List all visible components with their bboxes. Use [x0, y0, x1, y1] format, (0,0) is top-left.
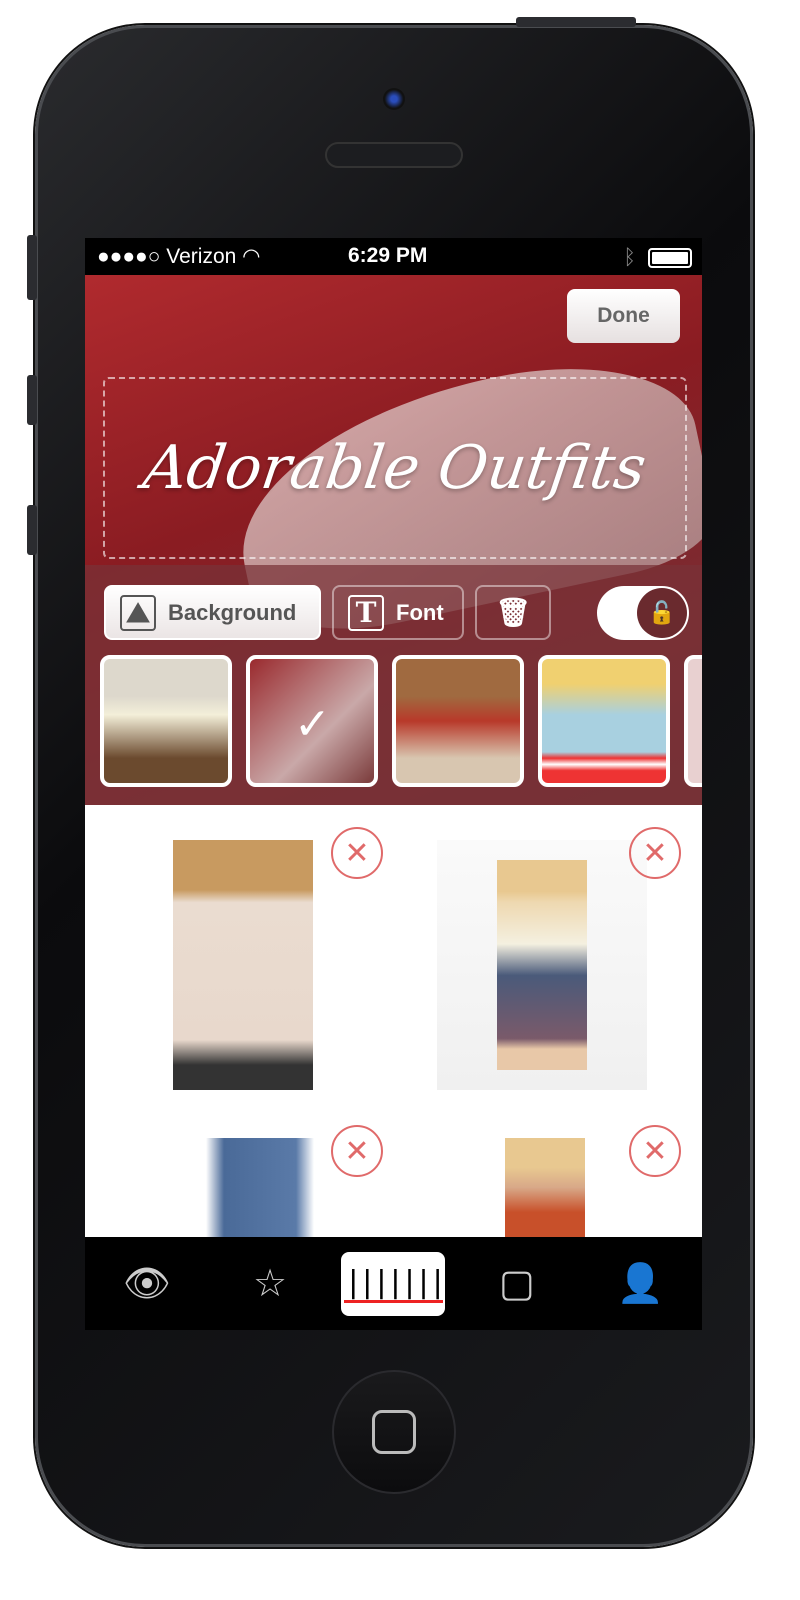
wifi-icon: ◠	[242, 245, 261, 268]
barcode-icon: |||||||	[344, 1265, 447, 1303]
carrier: ●●●●○ Verizon ◠	[97, 244, 260, 269]
outfit-item-sweater[interactable]	[173, 840, 313, 1090]
mute-switch	[27, 235, 37, 300]
screen: ●●●●○ Verizon ◠ 6:29 PM ᛒ Done Adorable …	[85, 238, 702, 1330]
signal-icon: ●●●●○	[97, 245, 161, 268]
delete-button[interactable]: 🗑	[475, 585, 551, 640]
outfit-item-dress[interactable]	[437, 840, 647, 1090]
tab-bar: 👁 ☆ ||||||| ▢ 👤	[85, 1237, 702, 1330]
done-button[interactable]: Done	[567, 289, 680, 343]
tab-notifications[interactable]: ▢	[465, 1252, 569, 1316]
bluetooth-icon: ᛒ	[623, 246, 636, 269]
background-button[interactable]: ⛰ Background	[104, 585, 321, 640]
remove-item-button[interactable]: ✕	[629, 827, 681, 879]
background-picker: ✓	[100, 655, 702, 787]
background-thumb-more[interactable]	[684, 655, 702, 787]
checkmark-icon: ✓	[294, 700, 331, 749]
tab-scan[interactable]: |||||||	[341, 1251, 447, 1316]
cover-editor: Done Adorable Outfits ⛰ Background T Font …	[85, 275, 702, 805]
tab-favorites[interactable]: ☆	[218, 1252, 322, 1316]
font-label: Font	[396, 599, 444, 625]
clock: 6:29 PM	[348, 244, 428, 267]
lock-toggle[interactable]: 🔓	[597, 586, 689, 640]
notification-icon: ▢	[498, 1263, 535, 1305]
image-icon: ⛰	[120, 594, 156, 631]
camera	[383, 88, 405, 110]
background-thumb-mug[interactable]	[392, 655, 524, 787]
battery-icon	[648, 248, 692, 268]
cover-title: Adorable Outfits	[139, 433, 651, 503]
outfit-item-top[interactable]	[505, 1138, 585, 1237]
font-button[interactable]: T Font	[332, 585, 464, 640]
outfit-grid: ✕ ✕ ✕ ✕	[85, 805, 702, 1237]
profile-card-icon: 👤	[616, 1262, 664, 1305]
remove-item-button[interactable]: ✕	[331, 827, 383, 879]
star-icon: ☆	[253, 1263, 288, 1305]
status-bar: ●●●●○ Verizon ◠ 6:29 PM ᛒ	[85, 238, 702, 275]
trash-icon: 🗑	[495, 597, 531, 628]
remove-item-button[interactable]: ✕	[331, 1125, 383, 1177]
background-thumb-book[interactable]	[100, 655, 232, 787]
home-square-icon	[372, 1410, 416, 1454]
speaker	[325, 142, 463, 168]
background-thumb-red-shoe[interactable]: ✓	[246, 655, 378, 787]
remove-item-button[interactable]: ✕	[629, 1125, 681, 1177]
tab-watch[interactable]: 👁	[95, 1252, 199, 1316]
title-textbox[interactable]: Adorable Outfits	[103, 377, 687, 559]
background-thumb-tickets[interactable]	[538, 655, 670, 787]
background-label: Background	[168, 599, 297, 625]
volume-down-button	[27, 505, 37, 555]
volume-up-button	[27, 375, 37, 425]
unlock-icon: 🔓	[637, 588, 687, 638]
home-button[interactable]	[332, 1370, 456, 1494]
eye-icon: 👁	[122, 1262, 171, 1305]
tab-profile[interactable]: 👤	[588, 1252, 692, 1316]
outfit-item-jeans[interactable]	[170, 1138, 350, 1237]
power-button	[516, 17, 636, 27]
font-icon: T	[348, 594, 384, 631]
carrier-label: Verizon	[166, 245, 237, 268]
